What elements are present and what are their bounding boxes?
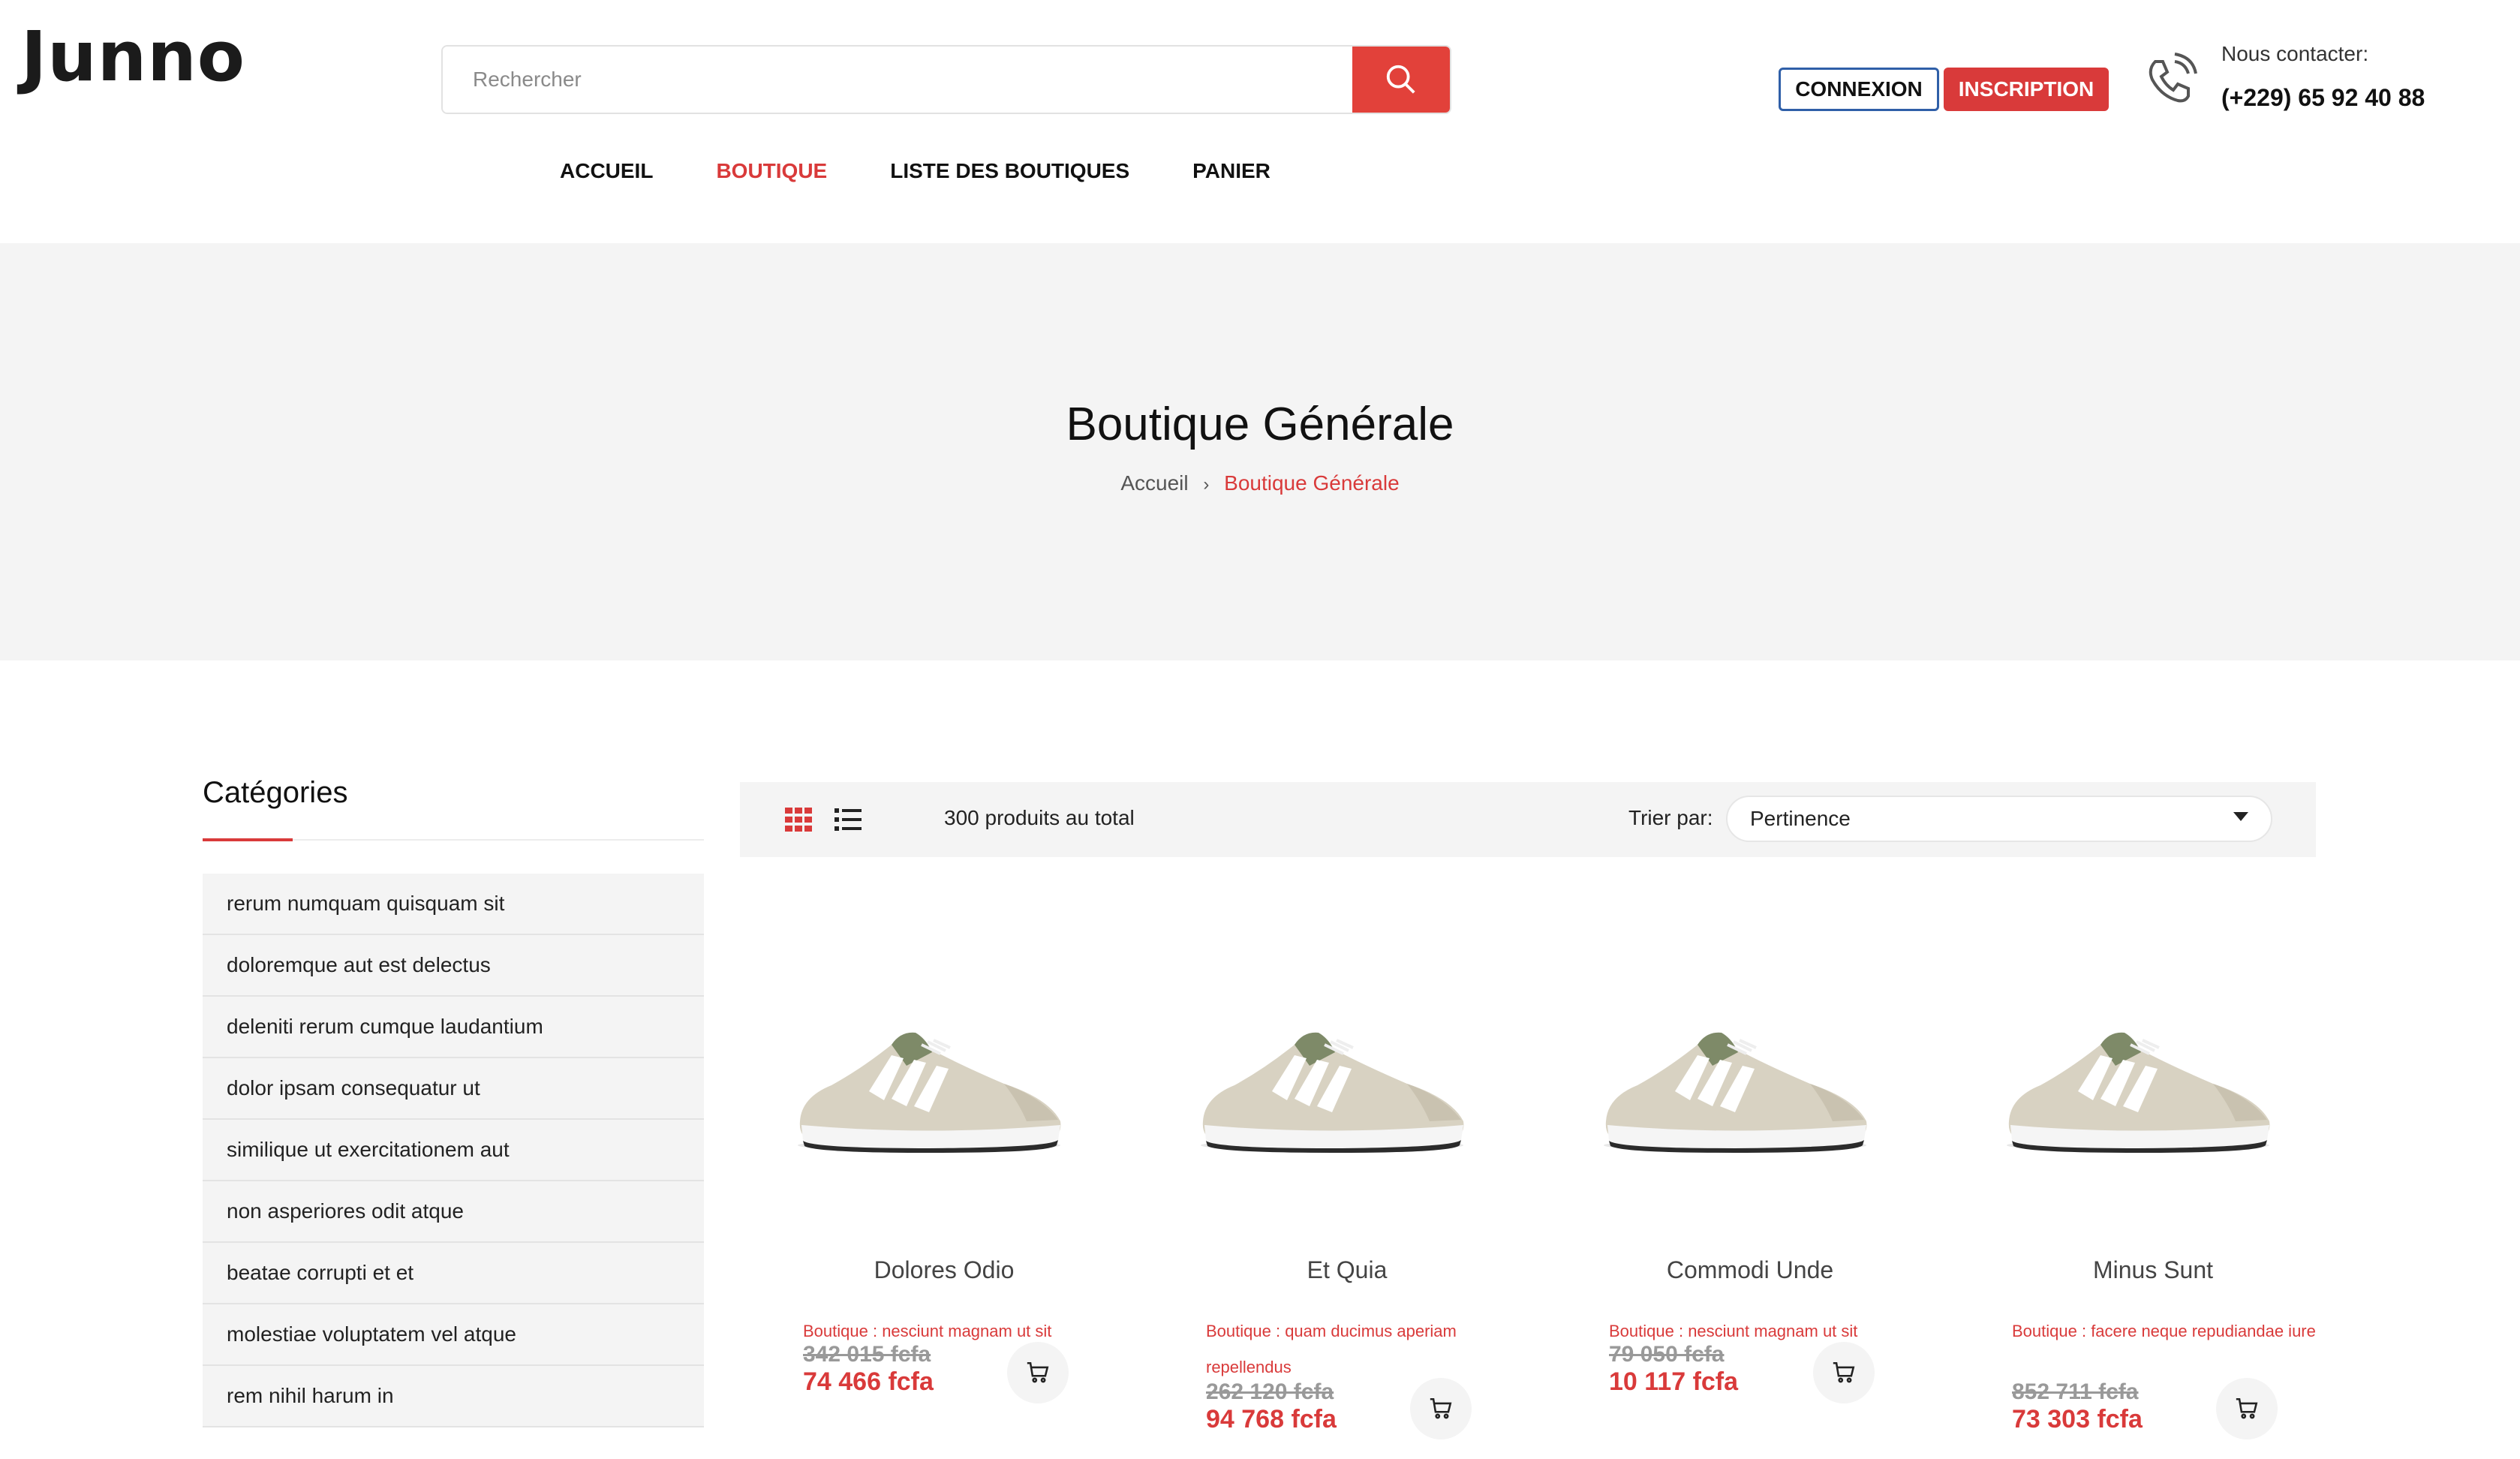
breadcrumb-current: Boutique Générale	[1224, 471, 1400, 495]
nav-item-accueil[interactable]: ACCUEIL	[560, 159, 653, 183]
old-price: 262 120 fcfa	[1206, 1379, 1334, 1404]
product-image[interactable]	[779, 971, 1079, 1196]
phone-icon	[2149, 53, 2197, 103]
nav-item-panier[interactable]: PANIER	[1192, 159, 1271, 183]
category-item[interactable]: dolor ipsam consequatur ut	[203, 1058, 704, 1120]
category-item[interactable]: beatae corrupti et et	[203, 1243, 704, 1304]
product-card[interactable]: Dolores Odio Boutique : nesciunt magnam …	[764, 934, 1130, 1459]
product-name[interactable]: Et Quia	[1167, 1256, 1527, 1284]
add-to-cart-button[interactable]	[2216, 1378, 2278, 1439]
category-item[interactable]: similique ut exercitationem aut	[203, 1120, 704, 1181]
search-bar	[441, 45, 1451, 114]
categories-divider-accent	[203, 838, 293, 841]
cart-icon	[1833, 1361, 1855, 1383]
old-price: 342 015 fcfa	[803, 1342, 931, 1367]
search-icon	[1386, 65, 1415, 94]
breadcrumb-home-link[interactable]: Accueil	[1120, 471, 1188, 495]
signup-button[interactable]: INSCRIPTION	[1944, 68, 2109, 111]
contact-label: Nous contacter:	[2221, 42, 2369, 65]
product-card[interactable]: Et Quia Boutique : quam ducimus aperiam …	[1167, 934, 1533, 1459]
product-image[interactable]	[1585, 971, 1885, 1196]
product-price: 79 050 fcfa 10 117 fcfa	[1609, 1342, 1738, 1397]
breadcrumb: Accueil › Boutique Générale	[0, 471, 2520, 495]
category-item[interactable]: rerum numquam quisquam sit	[203, 874, 704, 935]
search-input[interactable]	[443, 47, 1352, 113]
product-count: 300 produits au total	[944, 806, 1135, 829]
product-card[interactable]: Minus Sunt Boutique : facere neque repud…	[1973, 934, 2339, 1459]
product-price: 852 711 fcfa 73 303 fcfa	[2012, 1379, 2143, 1434]
product-image[interactable]	[1182, 971, 1482, 1196]
category-item[interactable]: deleniti rerum cumque laudantium	[203, 997, 704, 1058]
new-price: 73 303 fcfa	[2012, 1405, 2143, 1433]
category-item[interactable]: molestiae voluptatem vel atque	[203, 1304, 704, 1366]
sort-select-value: Pertinence	[1750, 807, 1851, 830]
old-price: 79 050 fcfa	[1609, 1342, 1725, 1367]
page-banner: Boutique Générale Accueil › Boutique Gén…	[0, 243, 2520, 660]
main-nav: ACCUEIL BOUTIQUE LISTE DES BOUTIQUES PAN…	[560, 159, 1271, 183]
category-list: rerum numquam quisquam sit doloremque au…	[203, 874, 704, 1427]
cart-icon	[1430, 1397, 1452, 1419]
login-button[interactable]: CONNEXION	[1779, 68, 1939, 111]
grid-view-icon[interactable]	[783, 805, 813, 835]
product-card[interactable]: Commodi Unde Boutique : nesciunt magnam …	[1570, 934, 1936, 1459]
product-price: 262 120 fcfa 94 768 fcfa	[1206, 1379, 1337, 1434]
chevron-right-icon: ›	[1203, 474, 1210, 495]
product-name[interactable]: Dolores Odio	[764, 1256, 1124, 1284]
product-name[interactable]: Minus Sunt	[1973, 1256, 2333, 1284]
product-shop[interactable]: Boutique : facere neque repudiandae iure	[2012, 1313, 2327, 1349]
site-logo[interactable]: Junno	[21, 20, 245, 95]
new-price: 74 466 fcfa	[803, 1367, 934, 1396]
add-to-cart-button[interactable]	[1813, 1342, 1875, 1403]
cart-icon	[1027, 1361, 1049, 1383]
add-to-cart-button[interactable]	[1007, 1342, 1069, 1403]
category-item[interactable]: rem nihil harum in	[203, 1366, 704, 1427]
product-image[interactable]	[1988, 971, 2288, 1196]
page-title: Boutique Générale	[1066, 399, 1454, 450]
cart-icon	[2236, 1397, 2258, 1419]
nav-item-boutique[interactable]: BOUTIQUE	[716, 159, 827, 183]
search-button[interactable]	[1352, 47, 1450, 113]
nav-item-liste-des-boutiques[interactable]: LISTE DES BOUTIQUES	[890, 159, 1129, 183]
product-toolbar: 300 produits au total Trier par: Pertine…	[740, 782, 2316, 857]
new-price: 10 117 fcfa	[1609, 1367, 1739, 1396]
list-view-icon[interactable]	[833, 805, 863, 835]
product-shop[interactable]: Boutique : quam ducimus aperiam repellen…	[1206, 1313, 1521, 1385]
contact-phone[interactable]: (+229) 65 92 40 88	[2221, 84, 2425, 112]
sort-label: Trier par:	[1628, 806, 1713, 829]
old-price: 852 711 fcfa	[2012, 1379, 2139, 1404]
site-header: Junno CONNEXION INSCRIPTION Nous contact…	[0, 0, 2520, 243]
product-name[interactable]: Commodi Unde	[1570, 1256, 1930, 1284]
product-price: 342 015 fcfa 74 466 fcfa	[803, 1342, 934, 1397]
chevron-down-icon	[2233, 812, 2248, 821]
add-to-cart-button[interactable]	[1410, 1378, 1472, 1439]
new-price: 94 768 fcfa	[1206, 1405, 1337, 1433]
category-item[interactable]: non asperiores odit atque	[203, 1181, 704, 1243]
categories-title: Catégories	[203, 776, 348, 809]
sort-select[interactable]: Pertinence	[1726, 796, 2272, 842]
category-item[interactable]: doloremque aut est delectus	[203, 935, 704, 997]
